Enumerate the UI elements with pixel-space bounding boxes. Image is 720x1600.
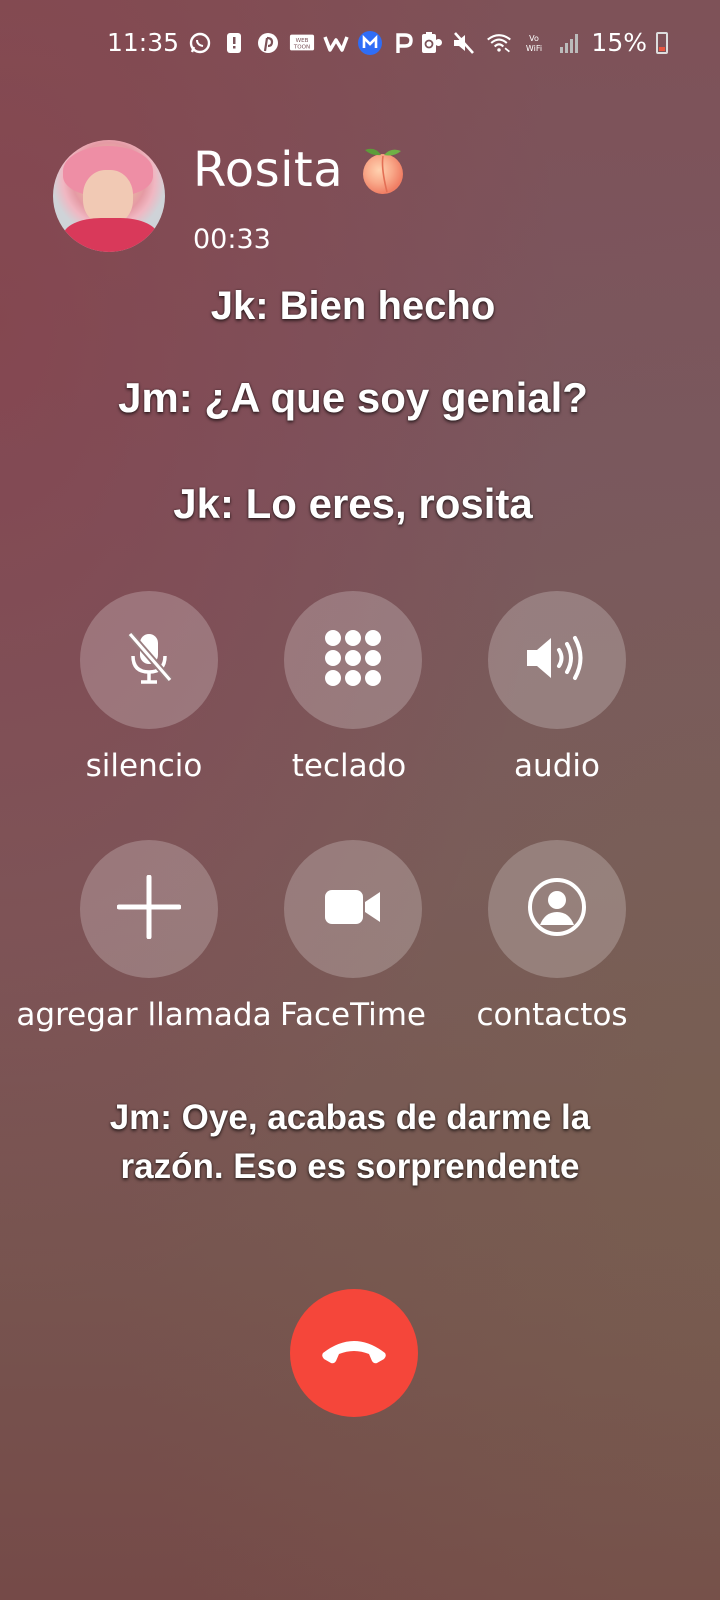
caption-line-3: Jk: Lo eres, rosita [173,480,533,527]
signal-icon [556,30,582,56]
status-time: 11:35 [107,28,180,57]
webtoon-icon: WEB TOON [289,30,315,56]
vowifi-icon: Vo WiFi [521,30,547,56]
audio-label: audio [514,748,600,784]
mic-off-icon [122,628,176,693]
end-call-button[interactable] [290,1289,418,1417]
notification-alert-icon [221,30,247,56]
keypad-icon [323,628,383,693]
video-camera-icon [323,887,383,932]
plus-icon [116,874,182,944]
svg-text:Vo: Vo [530,34,540,43]
contact-avatar [53,140,165,252]
contact-person-icon [526,876,588,943]
wattpad-icon [323,30,349,56]
contact-name: Rosita [193,142,344,198]
peach-emoji-icon [357,144,409,196]
mute-label: silencio [85,748,203,784]
status-bar: 11:35 WEB TOON Vo WiFi 15% [0,0,720,88]
wifi-call-icon [486,30,512,56]
status-left: 11:35 WEB TOON [107,28,443,57]
caption-line-2: Jm: ¿A que soy genial? [118,374,588,421]
caption-line-1: Jk: Bien hecho [210,284,496,328]
patreon-icon [391,30,417,56]
add-call-button[interactable] [80,840,218,978]
facetime-button[interactable] [284,840,422,978]
status-right: Vo WiFi 15% [416,28,668,57]
battery-saver-icon [416,30,442,56]
keypad-button[interactable] [284,591,422,729]
svg-text:WEB: WEB [296,38,309,44]
mute-button[interactable] [80,591,218,729]
call-timer: 00:33 [193,224,271,255]
battery-percent: 15% [591,28,647,57]
battery-icon [656,31,668,54]
whatsapp-icon [187,30,213,56]
keypad-label: teclado [291,748,407,784]
contact-name-row: Rosita [193,142,409,198]
caption-line-4: Jm: Oye, acabas de darme la razón. Eso e… [109,1098,591,1186]
svg-text:WiFi: WiFi [526,44,542,53]
speaker-icon [525,633,589,688]
pinterest-icon [255,30,281,56]
contacts-label: contactos [476,997,628,1033]
svg-text:TOON: TOON [293,44,310,50]
contacts-button[interactable] [488,840,626,978]
app-m-icon [357,30,383,56]
mute-icon [451,30,477,56]
hang-up-phone-icon [319,1331,389,1376]
audio-button[interactable] [488,591,626,729]
